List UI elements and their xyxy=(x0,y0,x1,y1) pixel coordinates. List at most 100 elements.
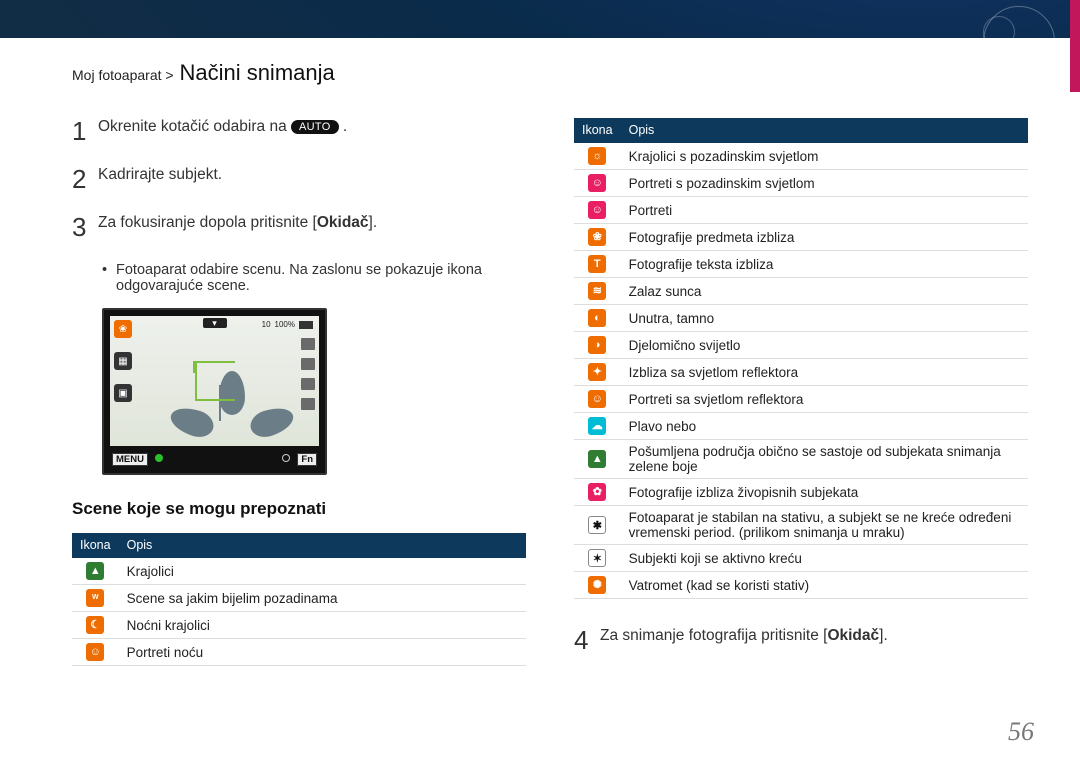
scene-description: Portreti xyxy=(621,197,1028,224)
night-portrait-icon: ☺ xyxy=(86,643,104,661)
scene-description: Portreti noću xyxy=(119,639,526,666)
step-number: 3 xyxy=(72,214,88,240)
osd-right-icons xyxy=(301,338,315,410)
scene-table-right: Ikona Opis ☼Krajolici s pozadinskim svje… xyxy=(574,118,1028,599)
night-landscape-icon: ☾ xyxy=(86,616,104,634)
scene-description: Zalaz sunca xyxy=(621,278,1028,305)
step-number: 2 xyxy=(72,166,88,192)
step-text: Okrenite kotačić odabira na AUTO . xyxy=(98,118,347,136)
landscape-icon: ▲ xyxy=(86,562,104,580)
scene-description: Izbliza sa svjetlom reflektora xyxy=(621,359,1028,386)
sunset-icon: ≋ xyxy=(588,282,606,300)
blue-sky-icon: ☁ xyxy=(588,417,606,435)
chevron-down-icon: ▾ xyxy=(203,318,227,328)
table-row: ✿ Fotografije izbliza živopisnih subjekat… xyxy=(574,479,1028,506)
table-row: ◑ Djelomično svijetlo xyxy=(574,332,1028,359)
scene-description: Djelomično svijetlo xyxy=(621,332,1028,359)
info-bullet: Fotoaparat odabire scenu. Na zaslonu se … xyxy=(102,262,526,294)
scene-description: Fotografije predmeta izbliza xyxy=(621,224,1028,251)
ring-icon xyxy=(282,454,290,462)
step-2: 2 Kadrirajte subjekt. xyxy=(72,166,526,192)
backlit-landscape-icon: ☼ xyxy=(588,147,606,165)
preview-bottom-bar: MENU Fn xyxy=(110,446,319,467)
th-ikona: Ikona xyxy=(72,533,119,558)
scene-description: Noćni krajolici xyxy=(119,612,526,639)
macro-object-icon: ❀ xyxy=(588,228,606,246)
focus-ok-dot-icon xyxy=(155,454,163,462)
quality-icon xyxy=(301,358,315,370)
table-row: ❀ Fotografije predmeta izbliza xyxy=(574,224,1028,251)
scene-description: Krajolici xyxy=(119,558,526,585)
partial-light-icon: ◑ xyxy=(588,336,606,354)
scene-description: Portreti s pozadinskim svjetlom xyxy=(621,170,1028,197)
th-opis: Opis xyxy=(119,533,526,558)
scene-description: Fotoaparat je stabilan na stativu, a sub… xyxy=(621,506,1028,545)
page-number: 56 xyxy=(1008,717,1034,747)
table-row: ☺ Portreti xyxy=(574,197,1028,224)
step-text: Kadrirajte subjekt. xyxy=(98,166,222,184)
spotlight-macro-icon: ✦ xyxy=(588,363,606,381)
colorful-macro-icon: ✿ xyxy=(588,483,606,501)
white-bg-icon: W xyxy=(86,589,104,607)
table-row: W Scene sa jakim bijelim pozadinama xyxy=(72,585,526,612)
table-row: ✺ Vatromet (kad se koristi stativ) xyxy=(574,572,1028,599)
moving-subject-icon: ✶ xyxy=(588,549,606,567)
table-row: ≋ Zalaz sunca xyxy=(574,278,1028,305)
scene-description: Fotografije izbliza živopisnih subjekata xyxy=(621,479,1028,506)
indoor-dark-icon: ◐ xyxy=(588,309,606,327)
osd-top-status: 10 100% xyxy=(262,320,313,329)
backlit-portrait-icon: ☺ xyxy=(588,174,606,192)
recognizable-scenes-heading: Scene koje se mogu prepoznati xyxy=(72,499,526,519)
step-number: 1 xyxy=(72,118,88,144)
step-text: Za snimanje fotografija pritisnite [Okid… xyxy=(600,627,888,645)
table-row: ▲ Krajolici xyxy=(72,558,526,585)
table-row: ☼Krajolici s pozadinskim svjetlom xyxy=(574,143,1028,170)
table-row: ✶Subjekti koji se aktivno kreću xyxy=(574,545,1028,572)
tripod-still-icon: ✱ xyxy=(588,516,606,534)
table-row: ◐ Unutra, tamno xyxy=(574,305,1028,332)
card-icon xyxy=(301,338,315,350)
header-band xyxy=(0,0,1080,38)
preview-screen: ▾ ❀ ▦ ▣ 10 100% xyxy=(110,316,319,446)
size-icon xyxy=(301,378,315,390)
macro-icon: ❀ xyxy=(114,320,132,338)
focus-indicator xyxy=(195,361,235,401)
left-column: 1 Okrenite kotačić odabira na AUTO . 2 K… xyxy=(72,118,526,675)
breadcrumb-path: Moj fotoaparat > xyxy=(72,67,174,83)
menu-button[interactable]: MENU xyxy=(112,453,148,466)
grid-icon: ▦ xyxy=(114,352,132,370)
camera-preview: ▾ ❀ ▦ ▣ 10 100% xyxy=(102,308,327,475)
step-number: 4 xyxy=(574,627,590,653)
table-row: TFotografije teksta izbliza xyxy=(574,251,1028,278)
step-4: 4 Za snimanje fotografija pritisnite [Ok… xyxy=(574,627,1028,653)
greenery-icon: ▲ xyxy=(588,450,606,468)
fireworks-tripod-icon: ✺ xyxy=(588,576,606,594)
stabilizer-icon xyxy=(301,398,315,410)
scene-description: Scene sa jakim bijelim pozadinama xyxy=(119,585,526,612)
table-row: ☺Portreti sa svjetlom reflektora xyxy=(574,386,1028,413)
table-row: ☺ Portreti noću xyxy=(72,639,526,666)
page-title: Načini snimanja xyxy=(179,60,334,85)
scene-description: Unutra, tamno xyxy=(621,305,1028,332)
fn-button[interactable]: Fn xyxy=(297,453,317,466)
content-columns: 1 Okrenite kotačić odabira na AUTO . 2 K… xyxy=(72,118,1028,675)
gallery-icon: ▣ xyxy=(114,384,132,402)
scene-table-left: Ikona Opis ▲ Krajolici W Scene sa jakim bij… xyxy=(72,533,526,666)
th-ikona: Ikona xyxy=(574,118,621,143)
spotlight-portrait-icon: ☺ xyxy=(588,390,606,408)
th-opis: Opis xyxy=(621,118,1028,143)
step-text: Za fokusiranje dopola pritisnite [Okidač… xyxy=(98,214,377,232)
scene-description: Plavo nebo xyxy=(621,413,1028,440)
auto-mode-badge: AUTO xyxy=(291,120,339,134)
table-row: ☺ Portreti s pozadinskim svjetlom xyxy=(574,170,1028,197)
side-accent-tab xyxy=(1070,0,1080,92)
step-1: 1 Okrenite kotačić odabira na AUTO . xyxy=(72,118,526,144)
table-row: ☾ Noćni krajolici xyxy=(72,612,526,639)
table-row: ✱ Fotoaparat je stabilan na stativu, a su… xyxy=(574,506,1028,545)
scene-description: Vatromet (kad se koristi stativ) xyxy=(621,572,1028,599)
portrait-icon: ☺ xyxy=(588,201,606,219)
table-row: ☁ Plavo nebo xyxy=(574,413,1028,440)
header-decoration xyxy=(835,6,1055,66)
battery-icon xyxy=(299,321,313,329)
table-row: ▲Pošumljena područja obično se sastoje o… xyxy=(574,440,1028,479)
